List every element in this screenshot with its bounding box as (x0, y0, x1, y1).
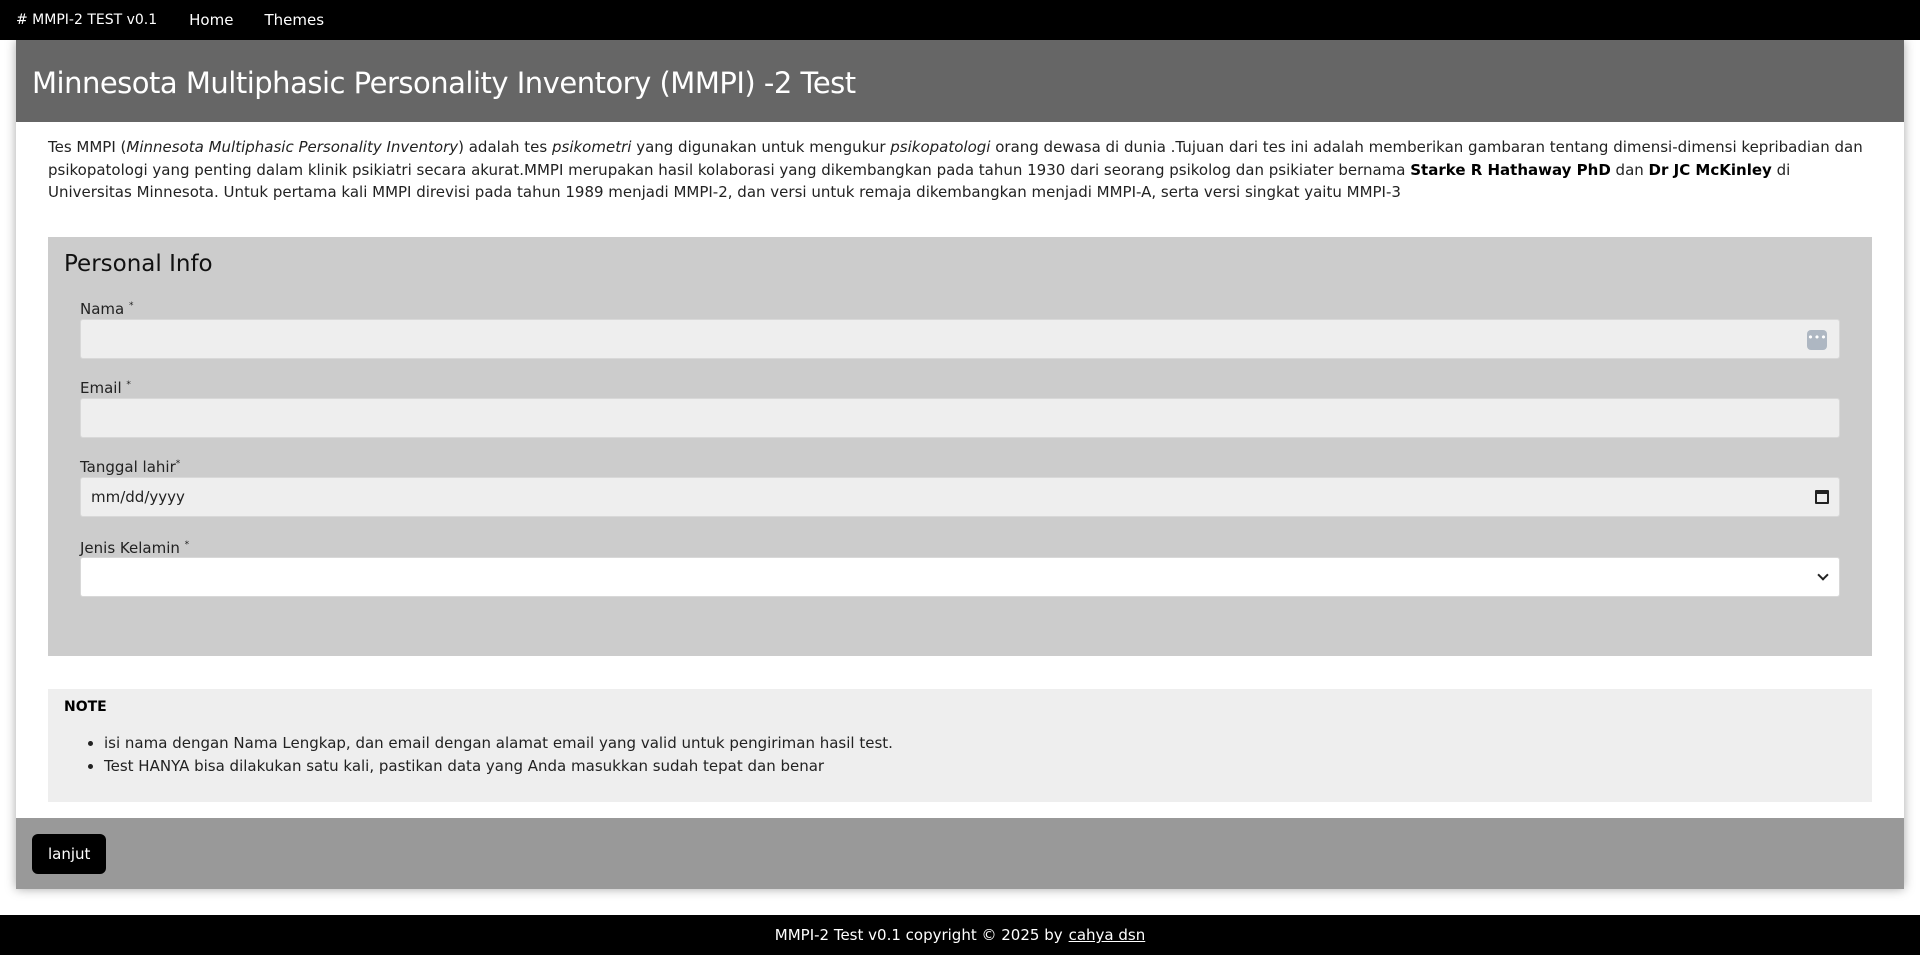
note-box: NOTE isi nama dengan Nama Lengkap, dan e… (48, 689, 1872, 802)
required-mark: * (175, 459, 181, 469)
intro-text: ) adalah tes (458, 138, 552, 156)
gender-label-text: Jenis Kelamin (80, 539, 180, 557)
note-item: isi nama dengan Nama Lengkap, dan email … (104, 732, 893, 755)
intro-emphasis: Minnesota Multiphasic Personality Invent… (126, 138, 459, 156)
intro-text: Tes MMPI ( (48, 138, 127, 156)
chevron-down-icon (1817, 569, 1829, 581)
gender-select[interactable] (80, 557, 1840, 597)
note-list: isi nama dengan Nama Lengkap, dan email … (104, 732, 893, 778)
email-label-text: Email (80, 379, 122, 397)
email-input[interactable] (80, 398, 1840, 438)
copyright-text: MMPI-2 Test v0.1 copyright © 2025 by (774, 926, 1063, 944)
nav-link-home[interactable]: Home (189, 11, 233, 29)
note-item: Test HANYA bisa dilakukan satu kali, pas… (104, 755, 893, 778)
nama-label: Nama * (80, 300, 134, 318)
brand-logo[interactable]: # MMPI-2 TEST v0.1 (16, 12, 157, 28)
intro-author-2: Dr JC McKinley (1648, 160, 1772, 179)
intro-emphasis: psikometri (551, 138, 632, 156)
page-title: Minnesota Multiphasic Personality Invent… (32, 66, 856, 100)
dob-label-text: Tanggal lahir (80, 458, 176, 476)
test-card: Minnesota Multiphasic Personality Invent… (16, 40, 1904, 889)
required-mark: * (184, 540, 190, 550)
author-link[interactable]: cahya dsn (1069, 926, 1146, 944)
required-mark: * (126, 380, 131, 390)
top-navbar: # MMPI-2 TEST v0.1 Home Themes (0, 0, 1920, 40)
autofill-icon[interactable]: ••• (1807, 330, 1827, 350)
nama-input[interactable]: ••• (80, 319, 1840, 359)
dob-placeholder: mm/dd/yyyy (91, 488, 185, 506)
intro-text: yang digunakan untuk mengukur (631, 138, 891, 156)
dob-input[interactable]: mm/dd/yyyy (80, 477, 1840, 517)
site-footer: MMPI-2 Test v0.1 copyright © 2025 by cah… (0, 915, 1920, 955)
intro-text: dan (1610, 160, 1649, 179)
card-footer: lanjut (16, 818, 1904, 889)
nama-label-text: Nama (80, 300, 125, 318)
section-title: Personal Info (64, 251, 213, 277)
gender-label: Jenis Kelamin * (80, 539, 189, 557)
intro-emphasis: psikopatologi (890, 138, 991, 156)
dob-label: Tanggal lahir* (80, 458, 180, 476)
personal-info-section: Personal Info Nama * ••• Email * Tanggal… (48, 237, 1872, 656)
email-label: Email * (80, 379, 131, 397)
note-title: NOTE (64, 699, 107, 715)
required-mark: * (129, 301, 134, 311)
intro-author-1: Starke R Hathaway PhD (1410, 160, 1611, 179)
card-header: Minnesota Multiphasic Personality Invent… (16, 40, 1904, 122)
next-button[interactable]: lanjut (32, 834, 107, 874)
nav-link-themes[interactable]: Themes (264, 11, 324, 29)
calendar-icon[interactable] (1815, 490, 1829, 504)
intro-paragraph: Tes MMPI (Minnesota Multiphasic Personal… (48, 136, 1868, 204)
